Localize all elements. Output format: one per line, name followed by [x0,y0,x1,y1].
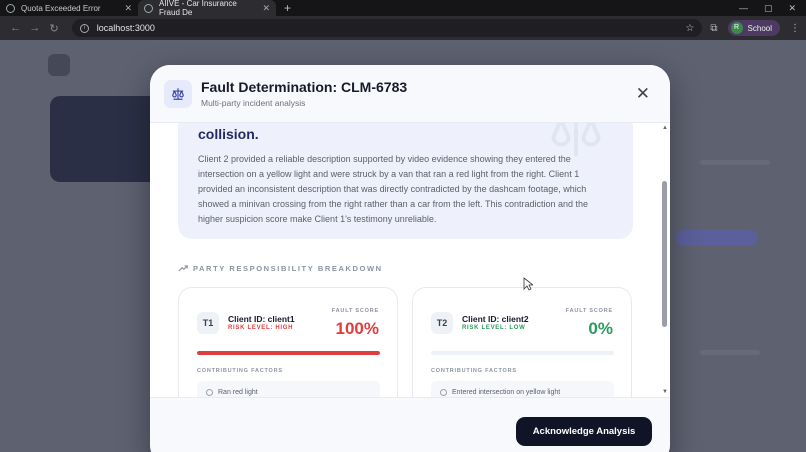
summary-text: Client 2 provided a reliable description… [198,154,589,224]
background-line [700,160,770,165]
party-risk-level: RISK LEVEL: LOW [462,325,526,331]
new-tab-button[interactable]: + [276,1,299,15]
menu-kebab-icon[interactable]: ⋮ [790,23,800,34]
fault-score-value: 100% [335,319,379,338]
browser-tab-aiive[interactable]: AIIVE - Car Insurance Fraud De ✕ [138,0,276,17]
section-label-text: PARTY RESPONSIBILITY BREAKDOWN [193,264,383,273]
scale-watermark-icon [541,123,611,162]
fault-score-bar-fill [197,351,380,355]
scrollbar-thumb[interactable] [662,181,667,327]
fault-score-label: FAULT SCORE [331,308,379,314]
scroll-up-arrow-icon[interactable]: ▲ [662,125,668,131]
site-info-icon[interactable]: i [79,23,89,33]
fault-score-bar [431,351,614,355]
profile-button[interactable]: R School [727,20,780,36]
party-badge: T1 [197,312,219,334]
contributing-factors-label: CONTRIBUTING FACTORS [197,368,283,374]
alert-circle-icon [440,388,447,396]
alert-circle-icon [206,388,213,396]
maximize-icon[interactable]: ▢ [764,3,773,14]
party-client-id: Client ID: client1 [228,314,295,324]
window-close-icon[interactable]: ✕ [788,3,796,14]
fault-score-label: FAULT SCORE [565,308,613,314]
modal-scrollbar[interactable]: ▲ ▼ [661,123,669,397]
party-risk-level: RISK LEVEL: HIGH [228,325,294,331]
contributing-factor-item: Ran red light [197,381,380,397]
fault-score-value: 0% [588,319,613,338]
analysis-summary: collision. Client 2 provided a reliable … [178,123,633,239]
minimize-icon[interactable]: — [739,3,748,14]
reload-icon[interactable]: ↻ [45,22,64,35]
modal-subtitle: Multi-party incident analysis [201,98,306,108]
url-text: localhost:3000 [96,23,155,33]
app-logo [48,54,70,76]
browser-tab-quota[interactable]: Quota Exceeded Error ✕ [0,0,138,16]
mouse-cursor-icon [523,277,533,291]
background-pill [676,230,758,246]
fault-determination-modal: Fault Determination: CLM-6783 Multi-part… [150,65,670,452]
profile-label: School [747,23,772,33]
section-label: PARTY RESPONSIBILITY BREAKDOWN [178,264,383,273]
party-card-client2: T2 Client ID: client2 RISK LEVEL: LOW FA… [412,287,632,397]
modal-footer: Acknowledge Analysis [150,397,670,452]
contributing-factor-item: Entered intersection on yellow light [431,381,614,397]
cast-icon[interactable]: ⧉ [710,23,717,34]
tab-title: Quota Exceeded Error [21,3,101,13]
browser-toolbar: ← → ↻ i localhost:3000 ☆ ⧉ R School ⋮ [0,16,806,40]
tab-title: AIIVE - Car Insurance Fraud De [159,0,237,17]
factor-text: Entered intersection on yellow light [452,388,561,396]
party-client-id: Client ID: client2 [462,314,529,324]
scale-icon [164,79,192,108]
address-bar[interactable]: i localhost:3000 ☆ [71,19,703,37]
globe-icon [144,3,153,13]
tab-close-icon[interactable]: ✕ [118,3,132,14]
background-card [50,96,160,182]
modal-title: Fault Determination: CLM-6783 [201,79,408,95]
modal-header: Fault Determination: CLM-6783 Multi-part… [150,65,670,123]
bookmark-star-icon[interactable]: ☆ [685,23,694,34]
globe-icon [6,3,15,13]
avatar: R [730,22,743,34]
background-line [700,350,760,355]
back-icon[interactable]: ← [6,22,25,34]
contributing-factors-label: CONTRIBUTING FACTORS [431,368,517,374]
modal-body[interactable]: collision. Client 2 provided a reliable … [150,123,670,397]
acknowledge-analysis-button[interactable]: Acknowledge Analysis [516,417,652,446]
browser-tab-bar: Quota Exceeded Error ✕ AIIVE - Car Insur… [0,0,806,17]
tab-close-icon[interactable]: ✕ [256,3,270,14]
party-card-client1: T1 Client ID: client1 RISK LEVEL: HIGH F… [178,287,398,397]
factor-text: Ran red light [218,388,258,396]
close-icon[interactable]: ✕ [636,84,650,104]
forward-icon[interactable]: → [25,22,44,34]
window-controls: — ▢ ✕ [739,3,806,14]
party-badge: T2 [431,312,453,334]
scroll-down-arrow-icon[interactable]: ▼ [662,389,668,395]
trending-up-icon [178,265,188,272]
fault-score-bar [197,351,380,355]
